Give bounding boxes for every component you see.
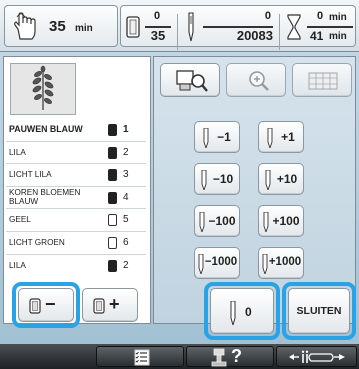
- thread-number: 4: [123, 191, 129, 203]
- remaining-color-time: 0: [317, 10, 324, 22]
- sewing-time-box: 35 min: [4, 5, 118, 47]
- presser-foot-icon: [289, 350, 345, 363]
- thread-name: LILA: [9, 260, 26, 270]
- spool-icon: [93, 298, 105, 314]
- thread-row[interactable]: KOREN BLOEMEN BLAUW 4: [6, 187, 146, 210]
- thread-number: 1: [123, 124, 129, 135]
- thread-row[interactable]: LICHT LILA 3: [6, 164, 146, 187]
- needle-icon: [230, 301, 236, 325]
- adjust-label: −1: [217, 130, 231, 144]
- grid-icon: [308, 72, 338, 90]
- hand-icon: [14, 12, 36, 40]
- back-100-stitch-button[interactable]: −100: [194, 205, 240, 237]
- spool-icon: [108, 214, 117, 227]
- zero-label: 0: [245, 305, 252, 319]
- question-label: ?: [231, 346, 242, 366]
- forward-100-stitch-button[interactable]: +100: [258, 205, 304, 237]
- thread-row[interactable]: LILA 2: [6, 255, 146, 278]
- color-current: 0: [153, 10, 161, 22]
- thread-name: PAUWEN BLAUW: [9, 124, 83, 134]
- forward-1-stitch-button[interactable]: +1: [258, 121, 304, 153]
- spool-icon: [126, 16, 140, 38]
- minus-label: −: [45, 294, 56, 314]
- presser-foot-button[interactable]: [276, 346, 357, 367]
- remaining-color-unit: min: [329, 12, 347, 23]
- divider: [279, 14, 280, 50]
- spool-icon: [108, 236, 117, 249]
- spool-icon: [108, 169, 117, 182]
- zoom-button[interactable]: [226, 63, 286, 97]
- grid-button[interactable]: [292, 63, 352, 97]
- adjust-label: −10: [212, 172, 234, 186]
- thread-row[interactable]: GEEL 5: [6, 209, 146, 232]
- color-back-button[interactable]: −: [18, 288, 74, 322]
- thread-row[interactable]: LICHT GROEN 6: [6, 232, 146, 255]
- thread-name: LILA: [9, 147, 26, 157]
- color-total: 35: [150, 28, 166, 43]
- sewing-time-value: 35: [49, 18, 66, 35]
- embroidery-preview: [10, 63, 76, 115]
- adjust-label: +100: [272, 214, 300, 228]
- bottom-bar: ?: [0, 344, 359, 369]
- status-bar: 35 min 0 35 0 20083 0 min 41 min: [0, 0, 359, 52]
- adjust-label: −1000: [204, 256, 238, 268]
- adjust-label: +10: [276, 172, 298, 186]
- checklist-icon: [134, 349, 150, 366]
- screen: 35 min 0 35 0 20083 0 min 41 min PAUWEN …: [0, 0, 359, 369]
- thread-number: 6: [123, 236, 129, 248]
- remaining-total-time: 41: [310, 29, 324, 43]
- thread-name: LICHT LILA: [9, 170, 52, 180]
- spool-icon: [108, 124, 117, 136]
- thread-row[interactable]: PAUWEN BLAUW 1: [6, 119, 146, 142]
- thread-name: LICHT GROEN: [9, 237, 65, 247]
- help-button[interactable]: ?: [186, 346, 274, 367]
- forward-10-stitch-button[interactable]: +10: [258, 163, 304, 195]
- stitch-current: 0: [264, 10, 271, 22]
- divider: [177, 14, 178, 50]
- adjust-label: +1: [281, 130, 295, 144]
- spool-icon: [29, 298, 41, 314]
- zoom-icon: [249, 71, 269, 91]
- reset-to-start-button[interactable]: 0: [210, 288, 274, 334]
- spool-icon: [108, 146, 117, 159]
- thread-row[interactable]: LILA 2: [6, 142, 146, 165]
- color-forward-button[interactable]: +: [82, 288, 138, 322]
- back-10-stitch-button[interactable]: −10: [194, 163, 240, 195]
- remaining-total-unit: min: [329, 31, 347, 42]
- checklist-button[interactable]: [96, 346, 184, 367]
- thread-number: 3: [123, 169, 129, 181]
- thread-name: GEEL: [9, 215, 31, 225]
- progress-box: 0 35 0 20083 0 min 41 min: [120, 5, 356, 50]
- adjust-label: −100: [208, 214, 236, 228]
- back-1000-stitch-button[interactable]: −1000: [194, 247, 240, 279]
- magnify-view-icon: [176, 70, 208, 92]
- close-button[interactable]: SLUITEN: [288, 288, 350, 334]
- sewing-time-unit: min: [75, 23, 93, 34]
- spool-icon: [108, 191, 117, 204]
- magnify-view-button[interactable]: [160, 63, 220, 97]
- close-label: SLUITEN: [296, 305, 342, 317]
- thread-number: 2: [123, 259, 129, 271]
- plus-label: +: [109, 294, 120, 314]
- thread-number: 2: [123, 146, 129, 158]
- needle-icon: [188, 12, 194, 42]
- hourglass-icon: [287, 14, 301, 40]
- thread-list: PAUWEN BLAUW 1 LILA 2 LICHT LILA 3 KOREN…: [6, 119, 146, 277]
- forward-1000-stitch-button[interactable]: +1000: [258, 247, 304, 279]
- machine-icon: [211, 348, 227, 367]
- adjust-label: +1000: [268, 256, 302, 268]
- spool-icon: [108, 259, 117, 272]
- embroidery-pattern-image: [32, 65, 54, 110]
- back-1-stitch-button[interactable]: −1: [194, 121, 240, 153]
- fraction-line: [307, 26, 353, 28]
- thread-number: 5: [123, 214, 129, 226]
- stitch-total: 20083: [236, 28, 273, 43]
- thread-name: KOREN BLOEMEN BLAUW: [9, 187, 81, 206]
